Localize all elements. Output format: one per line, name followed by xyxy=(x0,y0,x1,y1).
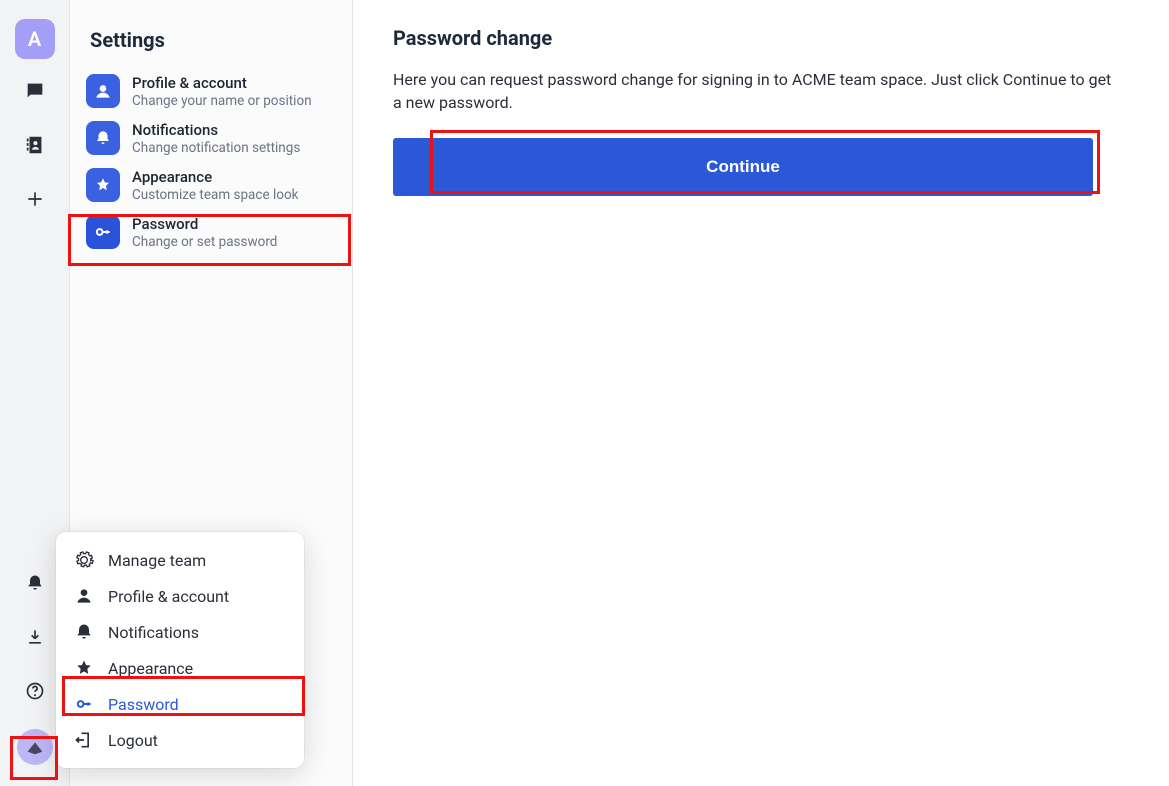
sidebar-item-desc: Change or set password xyxy=(132,234,277,250)
profile-icon xyxy=(86,74,120,108)
menu-notifications[interactable]: Notifications xyxy=(62,614,298,650)
sidebar-item-profile[interactable]: Profile & account Change your name or po… xyxy=(70,68,352,115)
address-book-icon xyxy=(24,134,46,160)
continue-button[interactable]: Continue xyxy=(393,138,1093,196)
download-icon xyxy=(25,627,45,651)
settings-title: Settings xyxy=(70,18,352,68)
rail-downloads[interactable] xyxy=(14,618,56,660)
main-content: Password change Here you can request pas… xyxy=(353,0,1169,786)
workspace-letter: A xyxy=(15,19,55,59)
logout-icon xyxy=(74,730,94,750)
sidebar-item-desc: Customize team space look xyxy=(132,187,299,203)
menu-manage-team[interactable]: Manage team xyxy=(62,542,298,578)
user-menu-popup: Manage team Profile & account Notificati… xyxy=(56,532,304,768)
sidebar-item-password[interactable]: Password Change or set password xyxy=(70,209,352,256)
page-description: Here you can request password change for… xyxy=(393,68,1113,114)
page-title: Password change xyxy=(393,26,1129,50)
rail-chat[interactable] xyxy=(14,72,56,114)
bell-icon xyxy=(74,622,94,642)
rail-user-menu-trigger[interactable] xyxy=(14,726,56,768)
sidebar-item-label: Profile & account xyxy=(132,74,312,92)
star-icon xyxy=(86,168,120,202)
menu-item-label: Appearance xyxy=(108,659,193,678)
key-icon xyxy=(74,694,94,714)
sidebar-item-label: Password xyxy=(132,215,277,233)
gear-icon xyxy=(74,550,94,570)
sidebar-item-appearance[interactable]: Appearance Customize team space look xyxy=(70,162,352,209)
sidebar-item-label: Appearance xyxy=(132,168,299,186)
menu-logout[interactable]: Logout xyxy=(62,722,298,758)
menu-appearance[interactable]: Appearance xyxy=(62,650,298,686)
star-icon xyxy=(74,658,94,678)
bell-icon xyxy=(25,573,45,597)
rail-contacts[interactable] xyxy=(14,126,56,168)
menu-item-label: Notifications xyxy=(108,623,199,642)
menu-item-label: Password xyxy=(108,695,179,714)
sidebar-item-label: Notifications xyxy=(132,121,300,139)
rail-add[interactable] xyxy=(14,180,56,222)
menu-item-label: Manage team xyxy=(108,551,206,570)
sidebar-item-notifications[interactable]: Notifications Change notification settin… xyxy=(70,115,352,162)
menu-profile[interactable]: Profile & account xyxy=(62,578,298,614)
profile-icon xyxy=(74,586,94,606)
rail-help[interactable] xyxy=(14,672,56,714)
menu-item-label: Profile & account xyxy=(108,587,229,606)
menu-password[interactable]: Password xyxy=(62,686,298,722)
menu-item-label: Logout xyxy=(108,731,158,750)
key-icon xyxy=(86,215,120,249)
user-avatar-icon xyxy=(17,729,53,765)
workspace-avatar[interactable]: A xyxy=(14,18,56,60)
chat-icon xyxy=(24,80,46,106)
rail-notifications[interactable] xyxy=(14,564,56,606)
help-icon xyxy=(25,681,45,705)
bell-icon xyxy=(86,121,120,155)
sidebar-item-desc: Change notification settings xyxy=(132,140,300,156)
plus-icon xyxy=(25,189,45,213)
sidebar-item-desc: Change your name or position xyxy=(132,93,312,109)
